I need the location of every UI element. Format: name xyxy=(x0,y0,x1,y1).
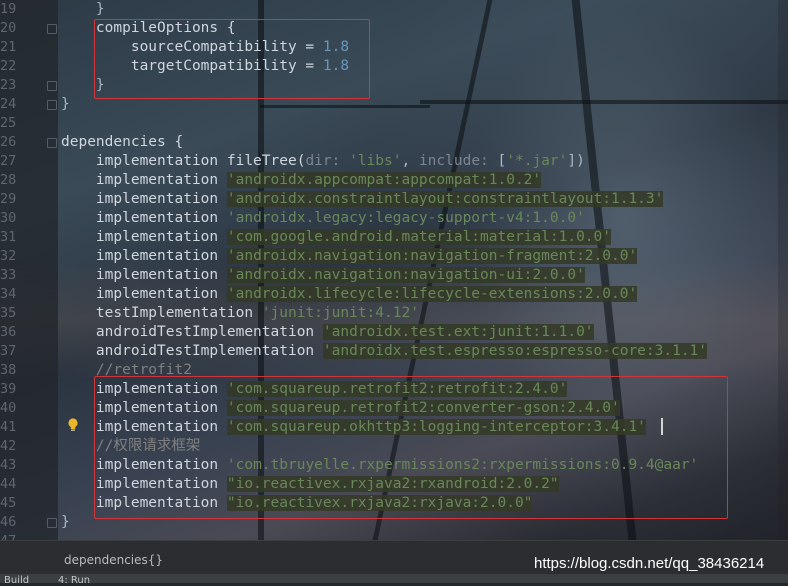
tool-window-bar xyxy=(0,574,788,583)
dependencies-highlight-box xyxy=(94,376,728,519)
tool-window-run[interactable]: 4: Run xyxy=(58,576,90,586)
code-token: implementation xyxy=(61,229,227,245)
code-token: implementation xyxy=(61,267,227,283)
line-number: 46 xyxy=(0,514,17,530)
code-line[interactable]: androidTestImplementation 'androidx.test… xyxy=(61,342,708,361)
code-token: 'androidx.appcompat:appcompat:1.0.2' xyxy=(226,172,542,188)
line-number: 43 xyxy=(0,457,17,473)
tool-window-build[interactable]: Build xyxy=(4,576,29,586)
code-token: 'androidx.constraintlayout:constraintlay… xyxy=(226,191,664,207)
compile-options-highlight-box xyxy=(94,19,370,99)
code-token: include: xyxy=(418,153,498,169)
code-line[interactable]: dependencies { xyxy=(61,133,183,152)
code-token: [ xyxy=(497,153,507,169)
line-number: 32 xyxy=(0,248,17,264)
breadcrumb[interactable]: dependencies{} xyxy=(64,553,163,567)
code-token: dir: xyxy=(305,153,350,169)
line-number: 25 xyxy=(0,115,17,131)
code-token: androidTestImplementation xyxy=(61,324,323,340)
line-number: 40 xyxy=(0,400,17,416)
line-number: 22 xyxy=(0,58,17,74)
line-number: 21 xyxy=(0,39,17,55)
code-token: 'com.google.android.material:material:1.… xyxy=(226,229,611,245)
line-number: 29 xyxy=(0,191,17,207)
code-token: implementation fileTree( xyxy=(61,153,306,169)
code-line[interactable]: } xyxy=(61,0,105,19)
code-token: 'androidx.legacy:legacy-support-v4:1.0.0… xyxy=(226,210,585,226)
code-line[interactable]: implementation 'com.google.android.mater… xyxy=(61,228,611,247)
line-number: 23 xyxy=(0,77,17,93)
code-token: 'androidx.test.ext:junit:1.1.0' xyxy=(322,324,594,340)
line-number: 36 xyxy=(0,324,17,340)
code-token: 'androidx.navigation:navigation-ui:2.0.0… xyxy=(226,267,585,283)
line-number: 26 xyxy=(0,134,17,150)
code-token: } xyxy=(61,514,70,530)
code-token: , xyxy=(401,153,419,169)
code-token: implementation xyxy=(61,248,227,264)
code-token: } xyxy=(61,1,105,17)
code-line[interactable]: implementation 'androidx.navigation:navi… xyxy=(61,247,638,266)
code-token: implementation xyxy=(61,191,227,207)
line-number: 37 xyxy=(0,343,17,359)
line-number: 20 xyxy=(0,20,17,36)
code-token: 'libs' xyxy=(349,153,402,169)
line-number: 39 xyxy=(0,381,17,397)
line-number: 44 xyxy=(0,476,17,492)
line-number: 27 xyxy=(0,153,17,169)
line-number: 41 xyxy=(0,419,17,435)
line-number: 38 xyxy=(0,362,17,378)
lightbulb-icon[interactable] xyxy=(67,417,79,435)
watermark-text: https://blog.csdn.net/qq_38436214 xyxy=(534,555,765,572)
code-line[interactable]: implementation 'androidx.lifecycle:lifec… xyxy=(61,285,638,304)
code-line[interactable]: implementation 'androidx.navigation:navi… xyxy=(61,266,585,285)
line-number: 42 xyxy=(0,438,17,454)
code-token: '*.jar' xyxy=(506,153,568,169)
fold-marker-icon[interactable] xyxy=(47,100,57,110)
code-line[interactable]: } xyxy=(61,95,70,114)
line-number: 19 xyxy=(0,1,17,17)
code-line[interactable]: androidTestImplementation 'androidx.test… xyxy=(61,323,594,342)
line-number: 34 xyxy=(0,286,17,302)
code-token: testImplementation xyxy=(61,305,262,321)
code-line[interactable]: implementation fileTree(dir: 'libs', inc… xyxy=(61,152,585,171)
line-number: 24 xyxy=(0,96,17,112)
code-line[interactable]: testImplementation 'junit:junit:4.12' xyxy=(61,304,419,323)
code-token: } xyxy=(61,96,70,112)
code-token: androidTestImplementation xyxy=(61,343,323,359)
fold-marker-icon[interactable] xyxy=(47,81,57,91)
code-token: 'androidx.lifecycle:lifecycle-extensions… xyxy=(226,286,638,302)
code-token: 'androidx.navigation:navigation-fragment… xyxy=(226,248,638,264)
line-number: 30 xyxy=(0,210,17,226)
line-number: 33 xyxy=(0,267,17,283)
code-line[interactable]: } xyxy=(61,513,70,532)
line-number: 45 xyxy=(0,495,17,511)
fold-marker-icon[interactable] xyxy=(47,24,57,34)
line-number: 31 xyxy=(0,229,17,245)
editor-scrollbar[interactable] xyxy=(778,0,788,540)
code-token: implementation xyxy=(61,286,227,302)
code-line[interactable]: implementation 'androidx.legacy:legacy-s… xyxy=(61,209,585,228)
code-token: implementation xyxy=(61,172,227,188)
code-token: dependencies { xyxy=(61,134,184,150)
code-line[interactable]: implementation 'androidx.constraintlayou… xyxy=(61,190,664,209)
code-token: ]) xyxy=(567,153,585,169)
code-line[interactable]: implementation 'androidx.appcompat:appco… xyxy=(61,171,542,190)
code-token: 'androidx.test.espresso:espresso-core:3.… xyxy=(322,343,708,359)
line-number-gutter[interactable]: 19 20 21 22 23 24 25 26 27 28 29 30 31 32 33 34 35 36 37 38… xyxy=(0,0,58,549)
fold-marker-icon[interactable] xyxy=(47,138,57,148)
code-token: 'junit:junit:4.12' xyxy=(261,305,419,321)
text-caret xyxy=(661,418,663,435)
line-number: 28 xyxy=(0,172,17,188)
code-token: implementation xyxy=(61,210,227,226)
line-number: 35 xyxy=(0,305,17,321)
fold-marker-icon[interactable] xyxy=(47,518,57,528)
